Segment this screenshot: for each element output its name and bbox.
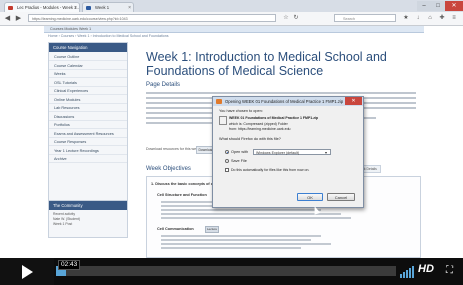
file-type: which is: Compressed (zipped) Folder (229, 122, 288, 126)
objective-bullet (161, 235, 321, 237)
volume-bar (406, 270, 408, 278)
save-file-radio[interactable] (225, 159, 229, 163)
sidebar-item-clinical-experiences[interactable]: Clinical Experiences (49, 87, 127, 96)
objective-bullet (161, 217, 351, 219)
opening-label: You have chosen to open: (219, 109, 263, 113)
menu-icon[interactable]: ≡ (450, 14, 458, 22)
sidebar-item-lecture-recordings[interactable]: Year 1 Lecture Recordings (49, 147, 127, 155)
objective-bullet (161, 239, 311, 241)
window-controls: – □ ✕ (417, 0, 463, 12)
dialog-title: Opening WEEK 01 Foundations of Medical P… (213, 97, 363, 106)
sidebar-item-weeks[interactable]: Weeks (49, 70, 127, 79)
maximize-button[interactable]: □ (431, 1, 445, 11)
download-text: Download resources for this week (146, 147, 200, 151)
sidebar-item-online-modules[interactable]: Online Modules (49, 96, 127, 104)
back-icon[interactable]: ◀ (3, 14, 12, 23)
breadcrumb[interactable]: Home › Courses › Week 1 › Introduction t… (48, 33, 418, 40)
bookmark-star-icon[interactable]: ☆ (282, 14, 290, 22)
firefox-icon (216, 99, 222, 104)
objectives-heading: Week Objectives (146, 166, 191, 172)
objective-bullet (161, 247, 301, 249)
volume-bar (412, 266, 414, 278)
file-source: from: https://learning.medicine.uark.edu (229, 127, 291, 131)
zip-file-icon (219, 116, 227, 125)
sidebar-header: Course Navigation (49, 43, 127, 52)
volume-bar (403, 272, 405, 278)
tab-label: Lec Pradius - Modules - Week 1... (17, 5, 80, 10)
body-text-line (146, 92, 416, 95)
cancel-button[interactable]: Cancel (327, 193, 355, 201)
video-timeline[interactable] (56, 266, 396, 276)
auto-action-checkbox[interactable] (225, 168, 229, 172)
sidebar-item-archive[interactable]: Archive (49, 155, 127, 164)
hd-toggle[interactable]: HD (418, 263, 434, 275)
file-name: WEEK 01 Foundations of Medical Practice … (229, 116, 319, 120)
address-bar[interactable]: https://learning.medicine.uark.edu/cours… (28, 14, 276, 22)
section-heading: Cell Communication (157, 227, 194, 231)
site-top-bar[interactable]: Courses Modules Week 1 (44, 26, 424, 33)
open-with-label: Open with (231, 150, 249, 154)
addon-icon[interactable]: ✚ (438, 14, 446, 22)
site-favicon-icon (86, 6, 91, 10)
video-control-bar: 02:43 HD ⛶ (0, 258, 463, 285)
save-file-label: Save File (231, 159, 247, 163)
play-button[interactable] (0, 258, 54, 285)
minimize-button[interactable]: – (417, 1, 431, 11)
objective-bullet (161, 209, 321, 211)
objective-bullet (161, 243, 331, 245)
tab-label: Week 1 (95, 5, 110, 10)
sidebar-item-discussions[interactable]: Discussions (49, 113, 127, 121)
reload-icon[interactable]: ↻ (292, 14, 300, 22)
close-window-button[interactable]: ✕ (445, 1, 463, 11)
tab-close-icon[interactable]: × (74, 3, 77, 12)
sidebar-item-lab-resources[interactable]: Lab Resources (49, 104, 127, 113)
ok-button[interactable]: OK (297, 193, 323, 201)
play-icon (22, 265, 33, 279)
community-panel: The Community Recent activity Nate W. (S… (48, 200, 128, 238)
search-input[interactable]: Search (334, 14, 396, 22)
downloads-icon[interactable]: ↓ (414, 14, 422, 22)
sidebar-item-course-responses[interactable]: Course Responses (49, 138, 127, 147)
fullscreen-icon[interactable]: ⛶ (446, 265, 453, 276)
lecture-badge[interactable]: Lecture (205, 226, 219, 233)
sidebar-item-exams[interactable]: Exams and Assessment Resources (49, 130, 127, 138)
browser-nav-bar: ◀ ▶ https://learning.medicine.uark.edu/c… (0, 12, 463, 26)
community-line[interactable]: Nate W. (Student) (53, 217, 123, 221)
question-label: What should Firefox do with this file? (219, 137, 281, 141)
sidebar-item-osl-tutorials[interactable]: OSL Tutorials (49, 79, 127, 87)
open-with-select[interactable]: Windows Explorer (default) (253, 149, 331, 155)
site-favicon-icon (8, 6, 13, 10)
community-header: The Community (49, 201, 127, 210)
tab-close-icon[interactable]: × (128, 3, 131, 12)
page-details-heading: Page Details (146, 82, 181, 88)
sidebar-item-course-calendar[interactable]: Course Calendar (49, 62, 127, 70)
browser-tab-course[interactable]: Lec Pradius - Modules - Week 1... × (4, 2, 80, 12)
sidebar-item-course-outline[interactable]: Course Outline (49, 53, 127, 62)
time-display: 02:43 (58, 260, 81, 270)
chevron-down-icon[interactable]: ▾ (325, 150, 327, 155)
auto-action-label: Do this automatically for files like thi… (231, 168, 310, 172)
home-icon[interactable]: ⌂ (426, 14, 434, 22)
browser-tab-week[interactable]: Week 1 × (82, 2, 134, 12)
sidebar-item-portfolios[interactable]: Portfolios (49, 121, 127, 130)
dialog-close-button[interactable]: ✕ (345, 97, 362, 105)
community-line[interactable]: Week 1 Post (53, 222, 123, 226)
page-title: Week 1: Introduction to Medical School a… (146, 50, 387, 78)
community-line: Recent activity (53, 212, 76, 216)
course-sidebar: Course Navigation Course Outline Course … (48, 42, 128, 216)
browser-tab-bar: Lec Pradius - Modules - Week 1... × Week… (0, 0, 463, 12)
volume-control[interactable] (400, 264, 415, 278)
volume-bar (409, 268, 411, 278)
section-heading: Cell Structure and Function (157, 193, 207, 197)
bookmarks-icon[interactable]: ★ (402, 14, 410, 22)
volume-bar (400, 274, 402, 278)
web-page: Courses Modules Week 1 Home › Courses › … (0, 26, 463, 258)
open-with-radio[interactable] (225, 150, 229, 154)
forward-icon[interactable]: ▶ (14, 14, 23, 23)
open-file-dialog: Opening WEEK 01 Foundations of Medical P… (212, 96, 364, 208)
